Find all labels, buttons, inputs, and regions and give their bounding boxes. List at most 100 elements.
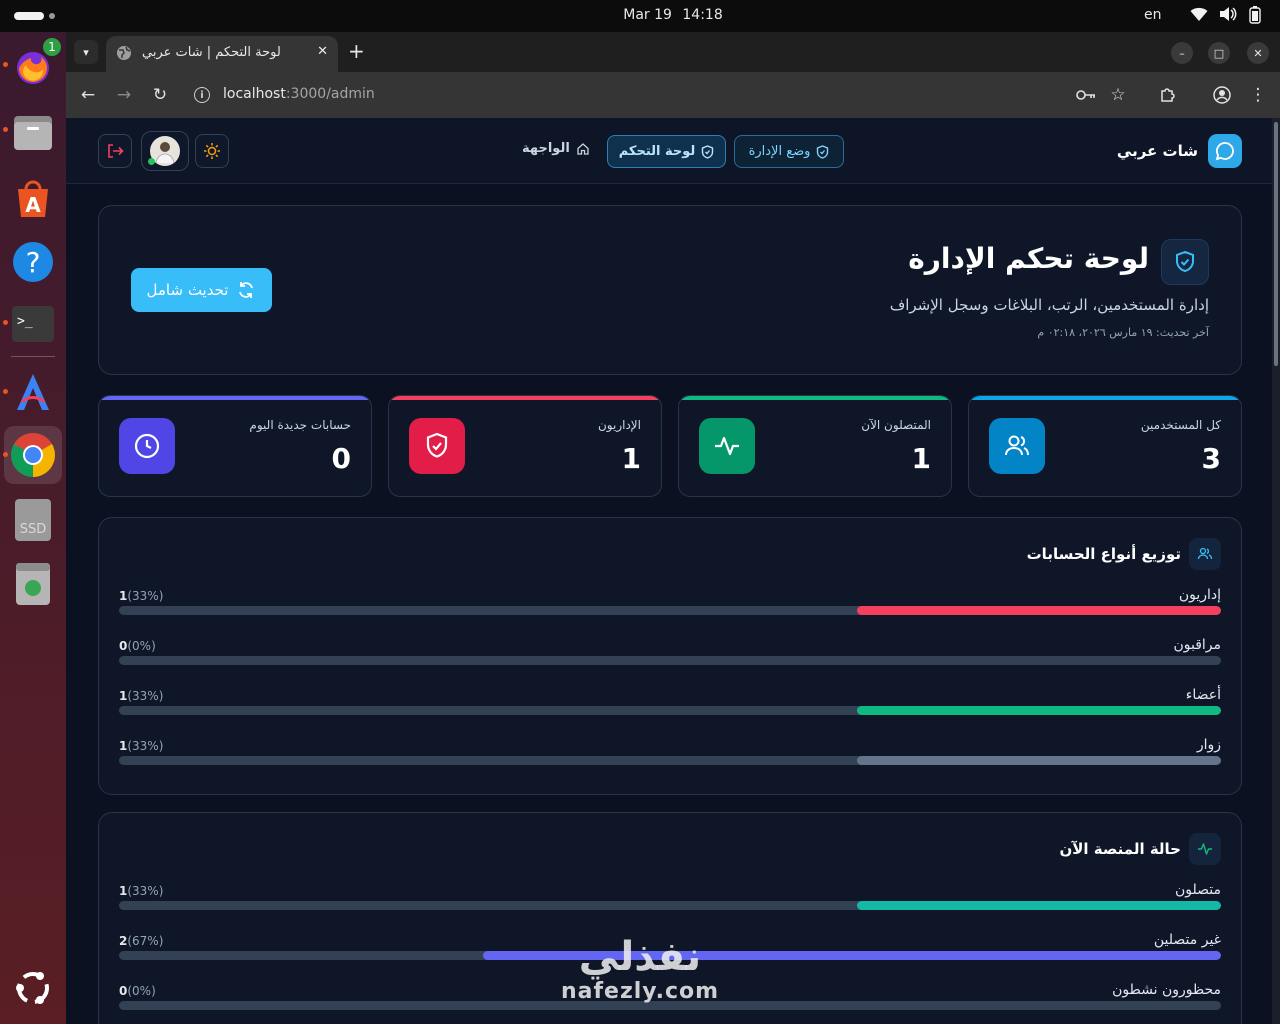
tab-search-chevron-icon[interactable]: ▾ <box>74 40 98 64</box>
progress-fill <box>482 951 1221 960</box>
progress-row: محظورون نشطون 0(0%) <box>119 982 1221 1022</box>
wifi-icon[interactable] <box>1190 6 1208 26</box>
ssd-label: SSD <box>20 522 47 537</box>
window-close-icon[interactable]: ✕ <box>1247 42 1269 64</box>
progress-row: إداريون 1(33%) <box>119 587 1221 627</box>
password-key-icon[interactable] <box>1074 83 1098 107</box>
activity-icon <box>1189 833 1221 865</box>
ssd-drive-icon[interactable]: SSD <box>9 496 57 544</box>
progress-track <box>119 606 1221 615</box>
stat-accent <box>99 396 371 400</box>
bookmark-star-icon[interactable]: ☆ <box>1106 83 1130 107</box>
site-info-icon[interactable]: i <box>194 87 210 103</box>
theme-toggle-button[interactable] <box>195 134 229 168</box>
terminal-icon[interactable]: >_ <box>9 300 57 348</box>
progress-row: زوار 1(33%) <box>119 737 1221 777</box>
help-icon[interactable]: ? <box>9 238 57 286</box>
row-label: غير متصلين <box>1153 932 1221 948</box>
stat-accent <box>679 396 951 400</box>
stat-card-admins: الإداريون 1 <box>388 395 662 497</box>
clock-date: Mar 19 <box>623 7 672 23</box>
shield-check-icon <box>409 418 465 474</box>
panel-title: توزيع أنواع الحسابات <box>1026 545 1181 563</box>
stat-accent <box>389 396 661 400</box>
chrome-icon[interactable] <box>4 426 62 484</box>
svg-text:?: ? <box>26 246 41 279</box>
page-scrollbar[interactable] <box>1272 118 1280 1024</box>
brand[interactable]: شات عربي <box>1117 134 1242 168</box>
row-count: 1(33%) <box>119 739 167 753</box>
scrollbar-thumb[interactable] <box>1274 122 1278 366</box>
stat-card-new-today: حسابات جديدة اليوم 0 <box>98 395 372 497</box>
input-language[interactable]: en <box>1144 7 1162 23</box>
stat-value: 1 <box>911 442 931 475</box>
logout-button[interactable] <box>98 134 132 168</box>
os-top-bar: Mar 19 14:18 en <box>0 0 1280 32</box>
row-label: متصلون <box>1174 882 1221 898</box>
back-arrow-icon[interactable]: ← <box>76 83 100 107</box>
user-avatar-button[interactable] <box>141 131 189 171</box>
clock-icon <box>119 418 175 474</box>
row-count: 2(67%) <box>119 934 167 948</box>
reload-icon[interactable]: ↻ <box>148 83 172 107</box>
stat-label: المتصلون الآن <box>861 418 931 432</box>
tab-close-icon[interactable]: ✕ <box>317 44 328 59</box>
dashboard-hero-card: لوحة تحكم الإدارة إدارة المستخدمين، الرت… <box>98 205 1242 375</box>
files-icon[interactable] <box>9 108 57 156</box>
arc-editor-icon[interactable] <box>9 368 57 416</box>
browser-tab-bar: ▾ لوحة التحكم | شات عربي ✕ + – □ ✕ <box>66 32 1280 72</box>
ubuntu-apps-icon[interactable] <box>9 964 57 1012</box>
page-title: لوحة تحكم الإدارة <box>908 242 1149 275</box>
row-percentage: (0%) <box>127 639 156 653</box>
progress-track <box>119 756 1221 765</box>
row-percentage: (67%) <box>127 934 164 948</box>
profile-icon[interactable] <box>1210 83 1234 107</box>
row-count: 0(0%) <box>119 639 160 653</box>
interface-nav-link[interactable]: الواجهة <box>522 141 590 156</box>
progress-row: متصلون 1(33%) <box>119 882 1221 922</box>
dock-separator <box>11 356 55 357</box>
progress-row: مراقبون 0(0%) <box>119 637 1221 677</box>
row-percentage: (33%) <box>127 689 164 703</box>
notification-badge: 1 <box>41 36 63 58</box>
users-icon <box>989 418 1045 474</box>
forward-arrow-icon[interactable]: → <box>112 83 136 107</box>
browser-tab[interactable]: لوحة التحكم | شات عربي ✕ <box>106 36 338 72</box>
account-distribution-panel: توزيع أنواع الحسابات إداريون 1(33%) مراقبو… <box>98 517 1242 795</box>
row-label: إداريون <box>1178 587 1221 603</box>
stat-value: 3 <box>1201 442 1221 475</box>
shield-icon <box>817 144 829 159</box>
admin-mode-button[interactable]: وضع الإدارة <box>734 135 844 168</box>
minimize-icon[interactable]: – <box>1171 42 1193 64</box>
clock[interactable]: Mar 19 14:18 <box>0 7 1280 23</box>
running-indicator <box>3 320 8 325</box>
extensions-puzzle-icon[interactable] <box>1156 83 1180 107</box>
address-bar[interactable]: i localhost:3000/admin <box>184 78 1184 112</box>
refresh-icon <box>239 282 254 298</box>
progress-track <box>119 901 1221 910</box>
battery-icon[interactable] <box>1248 6 1262 28</box>
firefox-icon[interactable]: 1 <box>9 36 63 90</box>
browser-menu-icon[interactable]: ⋮ <box>1246 83 1270 107</box>
stat-label: الإداريون <box>597 418 641 432</box>
app-center-icon[interactable]: A <box>9 174 57 222</box>
dashboard-nav-button[interactable]: لوحة التحكم <box>607 135 726 168</box>
stat-accent <box>969 396 1241 400</box>
full-refresh-label: تحديث شامل <box>146 281 229 299</box>
full-refresh-button[interactable]: تحديث شامل <box>131 268 272 312</box>
trash-icon[interactable] <box>9 560 57 608</box>
stat-card-online-now: المتصلون الآن 1 <box>678 395 952 497</box>
interface-nav-label: الواجهة <box>522 141 570 156</box>
dashboard-nav-label: لوحة التحكم <box>618 144 696 159</box>
maximize-icon[interactable]: □ <box>1208 42 1230 64</box>
running-indicator <box>3 62 8 67</box>
row-count: 1(33%) <box>119 689 167 703</box>
page-subtitle: إدارة المستخدمين، الرتب، البلاغات وسجل ا… <box>889 296 1209 314</box>
url-path: :3000/admin <box>285 86 375 102</box>
url-text: localhost:3000/admin <box>223 86 375 102</box>
shield-icon <box>702 144 714 159</box>
new-tab-plus-icon[interactable]: + <box>348 40 365 62</box>
admin-page: شات عربي وضع الإدارة لوحة التحكم الواجهة <box>66 118 1272 1024</box>
row-count: 1(33%) <box>119 884 167 898</box>
volume-icon[interactable] <box>1219 6 1237 26</box>
